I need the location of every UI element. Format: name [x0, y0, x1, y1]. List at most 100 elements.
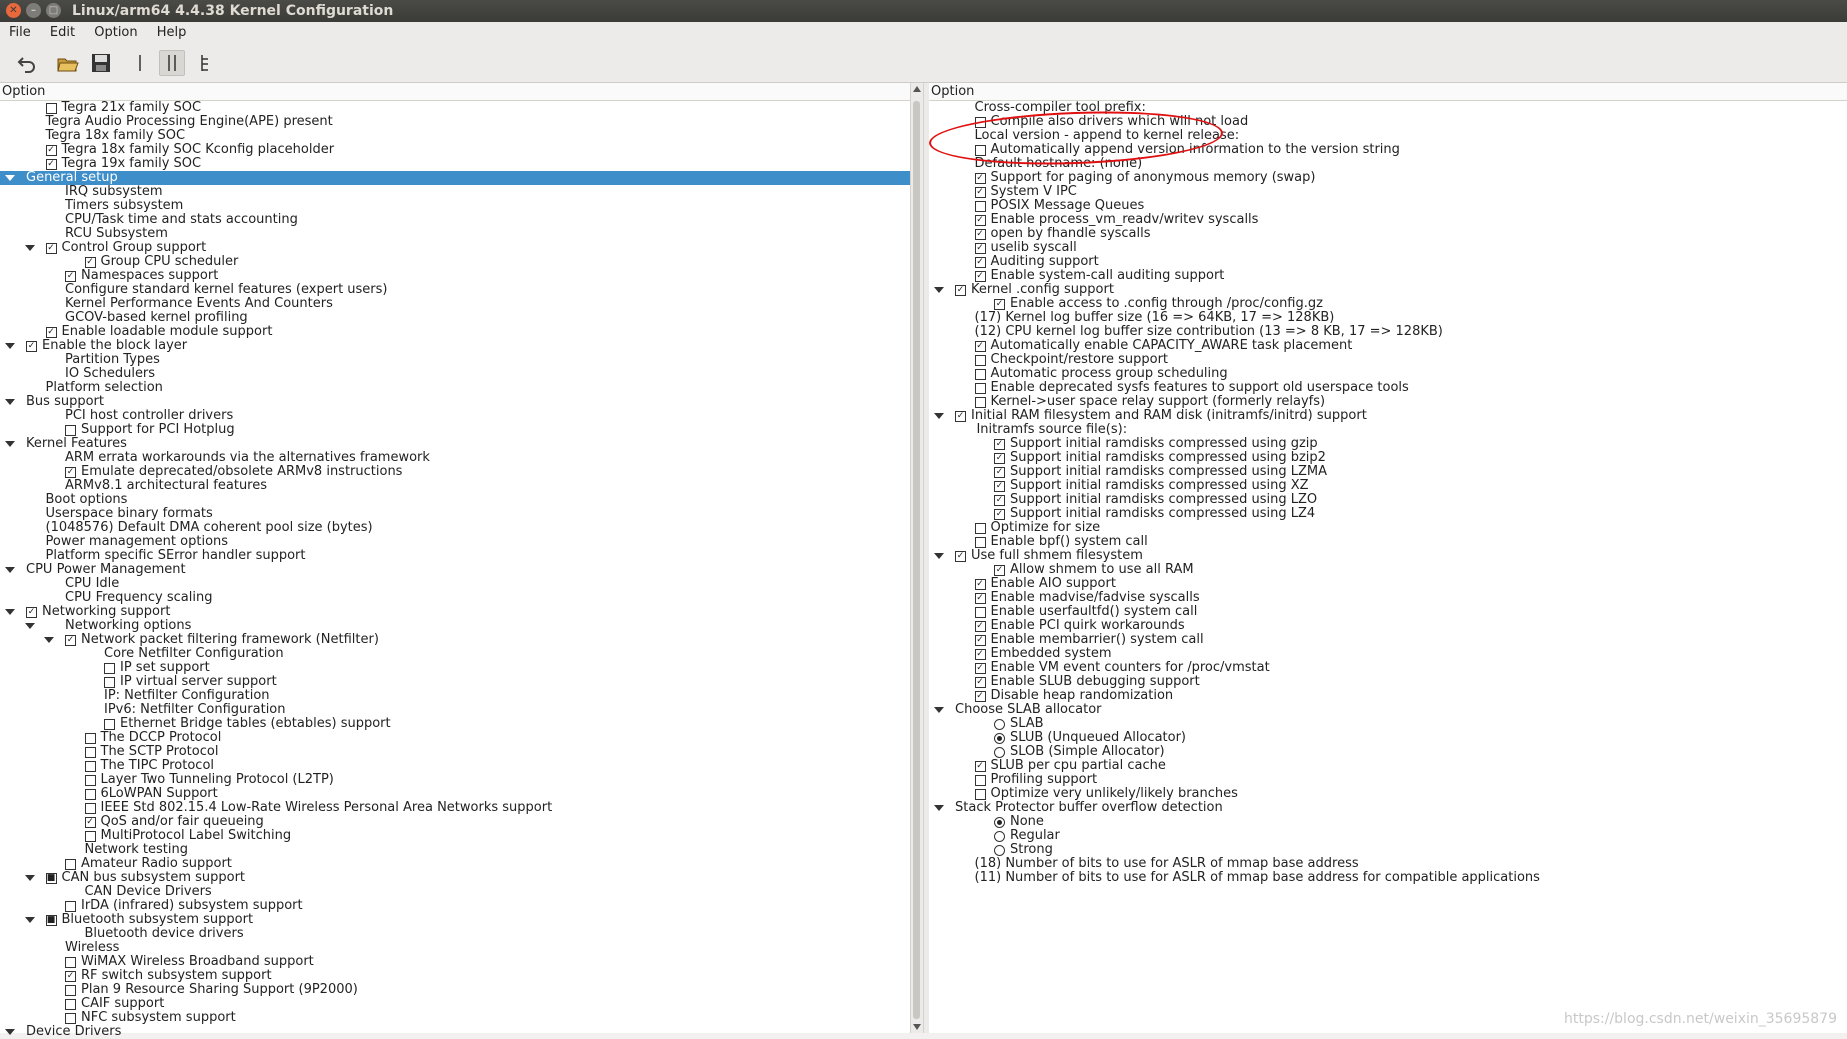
option-row[interactable]: CPU Frequency scaling — [0, 591, 910, 605]
option-row[interactable]: ■ Bluetooth subsystem support — [0, 913, 910, 927]
right-column-header[interactable]: Option — [929, 83, 1847, 101]
option-checkbox[interactable] — [974, 369, 986, 380]
option-checkbox[interactable] — [974, 537, 986, 548]
single-view-button[interactable] — [127, 50, 153, 76]
option-checkbox[interactable]: ✓ — [65, 635, 76, 646]
option-row[interactable]: (1048576) Default DMA coherent pool size… — [0, 521, 910, 535]
option-checkbox[interactable]: ✓ — [994, 467, 1005, 478]
option-checkbox[interactable]: ✓ — [84, 257, 96, 268]
expand-arrow-icon[interactable] — [24, 875, 35, 881]
option-row[interactable]: Boot options — [0, 493, 910, 507]
scroll-up-arrow-icon[interactable] — [913, 86, 921, 92]
option-checkbox[interactable] — [104, 677, 115, 688]
option-checkbox[interactable] — [65, 1013, 76, 1024]
option-row[interactable]: Enable bpf() system call — [929, 535, 1847, 549]
option-row[interactable]: Enable deprecated sysfs features to supp… — [929, 381, 1847, 395]
option-row[interactable]: ✓ Support initial ramdisks compressed usi… — [929, 507, 1847, 521]
option-checkbox[interactable]: ✓ — [974, 677, 986, 688]
option-row[interactable]: ✓ open by fhandle syscalls — [929, 227, 1847, 241]
option-row[interactable]: Checkpoint/restore support — [929, 353, 1847, 367]
option-row[interactable]: ✓ Support initial ramdisks compressed usi… — [929, 437, 1847, 451]
option-row[interactable]: ✓ RF switch subsystem support — [0, 969, 910, 983]
expand-arrow-icon[interactable] — [5, 399, 15, 405]
option-row[interactable]: ✓ Auditing support — [929, 255, 1847, 269]
option-checkbox[interactable]: ✓ — [974, 691, 986, 702]
option-row[interactable]: SLUB (Unqueued Allocator) — [929, 731, 1847, 745]
expand-arrow-icon[interactable] — [5, 609, 15, 615]
option-checkbox[interactable] — [84, 747, 96, 758]
scroll-down-arrow-icon[interactable] — [913, 1024, 921, 1030]
option-row[interactable]: ✓ Emulate deprecated/obsolete ARMv8 instr… — [0, 465, 910, 479]
option-row[interactable]: IrDA (infrared) subsystem support — [0, 899, 910, 913]
undo-button[interactable] — [14, 50, 40, 76]
option-row[interactable]: ✓ Network packet filtering framework (Net… — [0, 633, 910, 647]
option-checkbox[interactable]: ✓ — [974, 215, 986, 226]
expand-arrow-icon[interactable] — [5, 567, 15, 573]
option-checkbox[interactable] — [84, 775, 96, 786]
option-row[interactable]: RCU Subsystem — [0, 227, 910, 241]
option-row[interactable]: NFC subsystem support — [0, 1011, 910, 1025]
option-row[interactable]: Compile also drivers which will not load — [929, 115, 1847, 129]
option-row[interactable]: Optimize for size — [929, 521, 1847, 535]
option-checkbox[interactable]: ✓ — [955, 285, 966, 296]
option-row[interactable]: ✓ Support for paging of anonymous memory … — [929, 171, 1847, 185]
option-checkbox[interactable]: ✓ — [974, 621, 986, 632]
option-checkbox[interactable]: ✓ — [955, 551, 966, 562]
option-row[interactable]: Choose SLAB allocator — [929, 703, 1847, 717]
option-radio-button[interactable] — [994, 817, 1005, 828]
option-row[interactable]: CPU Idle — [0, 577, 910, 591]
option-row[interactable]: ✓ SLUB per cpu partial cache — [929, 759, 1847, 773]
maximize-window-button[interactable]: □ — [46, 3, 61, 18]
option-checkbox[interactable]: ✓ — [994, 299, 1005, 310]
option-row[interactable]: Network testing — [0, 843, 910, 857]
option-row[interactable]: General setup — [0, 171, 910, 185]
option-row[interactable]: Ethernet Bridge tables (ebtables) suppor… — [0, 717, 910, 731]
option-row[interactable]: ✓ Enable SLUB debugging support — [929, 675, 1847, 689]
option-checkbox[interactable]: ✓ — [974, 649, 986, 660]
option-row[interactable]: ✓ Support initial ramdisks compressed usi… — [929, 493, 1847, 507]
option-row[interactable]: ✓ Enable the block layer — [0, 339, 910, 353]
left-scrollbar[interactable] — [910, 83, 924, 1033]
option-row[interactable]: ✓ Enable membarrier() system call — [929, 633, 1847, 647]
option-row[interactable]: ✓ Support initial ramdisks compressed usi… — [929, 451, 1847, 465]
option-row[interactable]: IPv6: Netfilter Configuration — [0, 703, 910, 717]
option-checkbox[interactable] — [974, 397, 986, 408]
option-radio-button[interactable] — [994, 719, 1005, 730]
save-button[interactable] — [88, 50, 114, 76]
option-row[interactable]: IP: Netfilter Configuration — [0, 689, 910, 703]
option-checkbox[interactable]: ✓ — [65, 467, 76, 478]
option-checkbox[interactable]: ✓ — [974, 761, 986, 772]
option-checkbox[interactable]: ■ — [45, 873, 57, 884]
option-checkbox[interactable]: ✓ — [45, 159, 57, 170]
option-checkbox[interactable]: ✓ — [974, 579, 986, 590]
option-checkbox[interactable] — [974, 145, 986, 156]
option-row[interactable]: CPU Power Management — [0, 563, 910, 577]
option-checkbox[interactable]: ✓ — [974, 663, 986, 674]
option-checkbox[interactable] — [65, 859, 76, 870]
expand-arrow-icon[interactable] — [5, 175, 15, 181]
option-row[interactable]: Platform selection — [0, 381, 910, 395]
option-row[interactable]: ✓ Initial RAM filesystem and RAM disk (in… — [929, 409, 1847, 423]
option-checkbox[interactable]: ✓ — [974, 593, 986, 604]
option-row[interactable]: ✓ Use full shmem filesystem — [929, 549, 1847, 563]
option-row[interactable]: ✓ Tegra 18x family SOC Kconfig placeholde… — [0, 143, 910, 157]
expand-arrow-icon[interactable] — [5, 441, 15, 447]
option-row[interactable]: ✓ Kernel .config support — [929, 283, 1847, 297]
option-row[interactable]: Plan 9 Resource Sharing Support (9P2000) — [0, 983, 910, 997]
option-row[interactable]: ✓ Group CPU scheduler — [0, 255, 910, 269]
option-row[interactable]: CAN Device Drivers — [0, 885, 910, 899]
option-row[interactable]: ✓ Enable loadable module support — [0, 325, 910, 339]
option-row[interactable]: Initramfs source file(s): — [929, 423, 1847, 437]
option-checkbox[interactable]: ✓ — [994, 509, 1005, 520]
option-row[interactable]: The SCTP Protocol — [0, 745, 910, 759]
option-row[interactable]: Support for PCI Hotplug — [0, 423, 910, 437]
option-row[interactable]: Power management options — [0, 535, 910, 549]
option-row[interactable]: Tegra 21x family SOC — [0, 101, 910, 115]
option-row[interactable]: Configure standard kernel features (expe… — [0, 283, 910, 297]
option-row[interactable]: Bus support — [0, 395, 910, 409]
option-checkbox[interactable]: ✓ — [65, 971, 76, 982]
option-row[interactable]: IP virtual server support — [0, 675, 910, 689]
option-row[interactable]: (17) Kernel log buffer size (16 => 64KB,… — [929, 311, 1847, 325]
option-row[interactable]: Bluetooth device drivers — [0, 927, 910, 941]
option-checkbox[interactable] — [974, 383, 986, 394]
